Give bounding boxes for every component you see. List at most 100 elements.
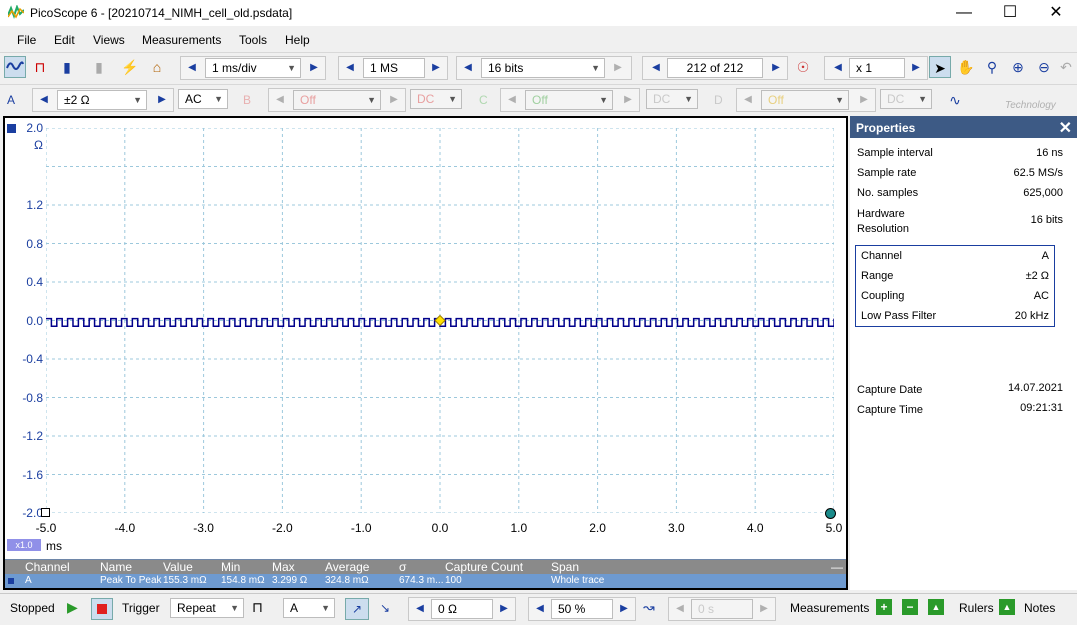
threshold-decrease-button[interactable]: ◀ <box>411 600 429 618</box>
select-pointer-icon[interactable]: ➤ <box>929 56 951 78</box>
table-row[interactable]: A Peak To Peak 155.3 mΩ 154.8 mΩ 3.299 Ω… <box>5 574 846 588</box>
notes-label[interactable]: Notes <box>1024 601 1055 615</box>
rising-edge-icon[interactable]: ↗ <box>345 598 369 620</box>
stop-capture-button[interactable] <box>91 598 113 620</box>
resolution-increase-button[interactable]: ▶ <box>609 59 627 77</box>
maximize-button[interactable]: ☐ <box>987 0 1033 26</box>
menu-views[interactable]: Views <box>93 33 125 47</box>
buffer-next-button[interactable]: ▶ <box>767 59 785 77</box>
property-value: AC <box>1033 290 1049 302</box>
zoom-increase-button[interactable]: ▶ <box>907 59 925 77</box>
samples-input[interactable]: 1 MS <box>363 58 425 78</box>
channel-c-range-select[interactable]: Off ▼ <box>525 90 613 110</box>
falling-edge-icon[interactable]: ↘ <box>373 598 397 620</box>
menu-measurements[interactable]: Measurements <box>142 33 221 47</box>
pretrigger-increase-button[interactable]: ▶ <box>615 600 633 618</box>
threshold-input[interactable]: 0 Ω <box>431 599 493 619</box>
channel-d-range-increase-button[interactable]: ▶ <box>855 91 873 109</box>
scope-plot[interactable] <box>46 128 834 513</box>
pretrigger-input[interactable]: 50 % <box>551 599 613 619</box>
channel-a-label[interactable]: A <box>7 93 15 107</box>
zoom-area-icon[interactable]: ⚲ <box>981 56 1003 78</box>
timebase-select[interactable]: 1 ms/div ▼ <box>205 58 301 78</box>
resolution-select[interactable]: 16 bits ▼ <box>481 58 605 78</box>
col-channel[interactable]: Channel <box>25 560 70 574</box>
ruler-handle-right[interactable] <box>825 508 836 519</box>
edit-measurement-button[interactable]: ▲ <box>928 599 944 615</box>
minimize-button[interactable]: — <box>941 0 987 26</box>
scope-mode-icon[interactable] <box>4 56 26 78</box>
resolution-decrease-button[interactable]: ◀ <box>459 59 477 77</box>
menu-tools[interactable]: Tools <box>239 33 267 47</box>
scope-view[interactable]: Ω 2.0 1.2 0.8 0.4 0.0 -0.4 -0.8 -1.2 -1.6 -2.0 -5… <box>3 116 848 590</box>
col-value[interactable]: Value <box>163 560 193 574</box>
start-capture-icon[interactable]: ▶ <box>67 599 78 616</box>
property-key: No. samples <box>857 187 919 199</box>
threshold-increase-button[interactable]: ▶ <box>495 600 513 618</box>
col-span[interactable]: Span <box>551 560 579 574</box>
col-min[interactable]: Min <box>221 560 240 574</box>
channel-d-range-select[interactable]: Off ▼ <box>761 90 849 110</box>
timebase-increase-button[interactable]: ▶ <box>305 59 323 77</box>
signal-generator-icon[interactable]: ∿ <box>944 89 966 111</box>
spectrum-mode-icon[interactable]: ▮ <box>56 56 78 78</box>
col-average[interactable]: Average <box>325 560 369 574</box>
trigger-marker[interactable] <box>434 314 446 327</box>
buffer-index-input[interactable]: 212 of 212 <box>667 58 763 78</box>
channel-a-range-decrease-button[interactable]: ◀ <box>35 91 53 109</box>
col-sigma[interactable]: σ <box>399 560 406 574</box>
close-window-button[interactable]: ✕ <box>1033 0 1077 26</box>
channel-b-coupling-select[interactable]: DC ▼ <box>410 89 462 109</box>
persistence-mode-icon[interactable]: ⊓ <box>29 56 51 78</box>
channel-b-range-decrease-button[interactable]: ◀ <box>271 91 289 109</box>
buffer-overview-icon[interactable]: ☉ <box>792 56 814 78</box>
samples-increase-button[interactable]: ▶ <box>427 59 445 77</box>
samples-decrease-button[interactable]: ◀ <box>341 59 359 77</box>
col-name[interactable]: Name <box>100 560 132 574</box>
ruler-handle-left[interactable] <box>41 508 50 517</box>
menu-edit[interactable]: Edit <box>54 33 75 47</box>
pretrigger-decrease-button[interactable]: ◀ <box>531 600 549 618</box>
remove-measurement-button[interactable]: − <box>902 599 918 615</box>
col-capture-count[interactable]: Capture Count <box>445 560 523 574</box>
channel-d-coupling-select[interactable]: DC ▼ <box>880 89 932 109</box>
channel-d-label[interactable]: D <box>714 93 723 107</box>
menu-help[interactable]: Help <box>285 33 310 47</box>
channel-c-coupling-select[interactable]: DC ▼ <box>646 89 698 109</box>
zoom-in-icon[interactable]: ⊕ <box>1007 56 1029 78</box>
auto-setup-icon[interactable]: ⚡ <box>119 56 141 78</box>
channel-c-range-increase-button[interactable]: ▶ <box>619 91 637 109</box>
hand-pan-icon[interactable]: ✋ <box>955 56 977 78</box>
channel-d-range-decrease-button[interactable]: ◀ <box>739 91 757 109</box>
zoom-out-icon[interactable]: ⊖ <box>1033 56 1055 78</box>
channel-d-range-value: Off <box>768 93 784 107</box>
channel-a-range-select[interactable]: ±2 Ω ▼ <box>57 90 147 110</box>
undo-zoom-icon[interactable]: ↶ <box>1055 56 1077 78</box>
add-measurement-button[interactable]: + <box>876 599 892 615</box>
delay-input[interactable]: 0 s <box>691 599 753 619</box>
trigger-source-select[interactable]: A ▼ <box>283 598 335 618</box>
close-properties-icon[interactable]: ✕ <box>1059 118 1072 138</box>
channel-a-range-increase-button[interactable]: ▶ <box>153 91 171 109</box>
menu-file[interactable]: File <box>17 33 36 47</box>
timebase-decrease-button[interactable]: ◀ <box>183 59 201 77</box>
default-setup-icon[interactable]: ⌂ <box>146 56 168 78</box>
col-max[interactable]: Max <box>272 560 295 574</box>
channel-b-range-select[interactable]: Off ▼ <box>293 90 381 110</box>
zoom-decrease-button[interactable]: ◀ <box>829 59 847 77</box>
collapse-measurements-icon[interactable]: — <box>831 560 843 574</box>
channel-b-label[interactable]: B <box>243 93 251 107</box>
channel-b-range-increase-button[interactable]: ▶ <box>385 91 403 109</box>
channel-c-range-decrease-button[interactable]: ◀ <box>503 91 521 109</box>
trigger-mode-select[interactable]: Repeat ▼ <box>170 598 244 618</box>
advanced-trigger-icon[interactable]: ⊓ <box>252 599 263 616</box>
x-tick-label: -5.0 <box>35 521 57 535</box>
channel-c-label[interactable]: C <box>479 93 488 107</box>
delay-increase-button[interactable]: ▶ <box>755 600 773 618</box>
post-trigger-delay-icon[interactable]: ↝ <box>643 599 655 616</box>
rulers-settings-button[interactable]: ▲ <box>999 599 1015 615</box>
delay-decrease-button[interactable]: ◀ <box>671 600 689 618</box>
buffer-previous-button[interactable]: ◀ <box>647 59 665 77</box>
channel-a-coupling-select[interactable]: AC ▼ <box>178 89 228 109</box>
zoom-input[interactable]: x 1 <box>849 58 905 78</box>
